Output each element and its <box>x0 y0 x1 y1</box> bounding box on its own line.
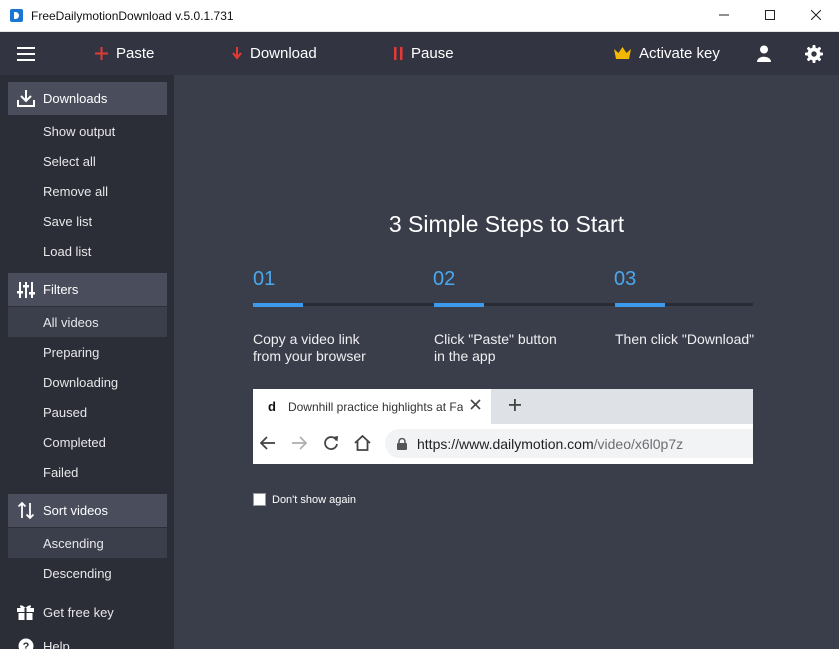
sidebar-header-label: Downloads <box>43 91 108 106</box>
browser-tab: d Downhill practice highlights at Fa <box>253 389 491 424</box>
toolbar: Paste Download Pause Activate key <box>0 32 839 75</box>
step-indicator <box>434 303 484 307</box>
sidebar-item-show-output[interactable]: Show output <box>8 116 167 146</box>
browser-nav-bar: https://www.dailymotion.com/video/x6l0p7… <box>253 424 753 464</box>
home-icon <box>354 435 371 451</box>
close-window-button[interactable] <box>793 0 839 30</box>
lock-icon <box>397 437 407 450</box>
menu-button[interactable] <box>17 32 35 75</box>
sidebar-item-get-free-key[interactable]: Get free key <box>8 597 167 627</box>
back-arrow-icon <box>260 436 275 450</box>
pause-label: Pause <box>411 45 454 62</box>
sidebar-header-sort[interactable]: Sort videos <box>8 494 167 527</box>
sidebar-item-downloading[interactable]: Downloading <box>8 367 167 397</box>
browser-illustration: d Downhill practice highlights at Fa htt… <box>253 389 753 464</box>
activate-key-button[interactable]: Activate key <box>614 32 720 75</box>
sidebar-header-label: Filters <box>43 282 79 297</box>
sidebar-item-completed[interactable]: Completed <box>8 427 167 457</box>
minimize-button[interactable] <box>701 0 747 30</box>
step-description: Click "Paste" button in the app <box>434 331 557 364</box>
app-logo-icon <box>10 9 23 22</box>
sidebar-header-label: Sort videos <box>43 503 109 518</box>
steps-progress-track <box>253 303 753 306</box>
sidebar-item-paused[interactable]: Paused <box>8 397 167 427</box>
maximize-icon <box>765 10 775 20</box>
settings-button[interactable] <box>805 32 823 75</box>
dont-show-label: Don't show again <box>272 493 357 506</box>
sidebar-item-failed[interactable]: Failed <box>8 457 167 487</box>
window-controls <box>701 0 839 32</box>
sidebar-item-save-list[interactable]: Save list <box>8 206 167 236</box>
sidebar-item-select-all[interactable]: Select all <box>8 146 167 176</box>
plus-icon <box>95 47 108 60</box>
svg-text:?: ? <box>22 641 29 649</box>
title-bar: FreeDailymotionDownload v.5.0.1.731 <box>0 0 839 32</box>
plus-icon <box>509 399 521 411</box>
get-free-key-label: Get free key <box>43 604 114 620</box>
step-indicator <box>615 303 665 307</box>
window-title: FreeDailymotionDownload v.5.0.1.731 <box>31 8 234 23</box>
download-label: Download <box>250 45 317 62</box>
sidebar-item-remove-all[interactable]: Remove all <box>8 176 167 206</box>
sidebar-item-ascending[interactable]: Ascending <box>8 528 167 558</box>
download-tray-icon <box>8 90 43 107</box>
reload-icon <box>324 436 338 450</box>
sidebar-header-filters[interactable]: Filters <box>8 273 167 306</box>
sidebar-item-help[interactable]: ? Help <box>8 631 167 649</box>
pause-button[interactable]: Pause <box>394 32 454 75</box>
sidebar-item-preparing[interactable]: Preparing <box>8 337 167 367</box>
maximize-button[interactable] <box>747 0 793 30</box>
step-number: 01 <box>253 268 276 290</box>
dailymotion-favicon-icon: d <box>268 399 276 414</box>
sidebar-item-load-list[interactable]: Load list <box>8 236 167 266</box>
sliders-icon <box>8 281 43 298</box>
account-button[interactable] <box>757 32 771 75</box>
dont-show-checkbox[interactable] <box>253 493 266 506</box>
hamburger-icon <box>17 46 35 61</box>
help-label: Help <box>43 638 70 649</box>
sidebar-header-downloads[interactable]: Downloads <box>8 82 167 115</box>
sidebar: Downloads Show output Select all Remove … <box>0 75 174 649</box>
dont-show-again-option[interactable]: Don't show again <box>253 493 356 506</box>
close-icon <box>811 10 821 20</box>
step-number: 03 <box>614 268 637 290</box>
step-description: Copy a video link from your browser <box>253 331 366 364</box>
sort-arrows-icon <box>8 502 43 519</box>
browser-tab-title: Downhill practice highlights at Fa <box>287 399 463 414</box>
paste-label: Paste <box>116 45 155 62</box>
step-indicator <box>253 303 303 307</box>
gear-icon <box>805 44 823 63</box>
forward-arrow-icon <box>292 436 307 450</box>
minimize-icon <box>719 14 729 16</box>
user-icon <box>757 45 771 62</box>
close-icon <box>470 399 481 410</box>
main-panel: 3 Simple Steps to Start 01 02 03 Copy a … <box>174 75 839 649</box>
browser-tab-strip: d Downhill practice highlights at Fa <box>253 389 753 424</box>
gift-icon <box>8 604 43 620</box>
arrow-down-icon <box>232 47 242 60</box>
sidebar-item-descending[interactable]: Descending <box>8 558 167 588</box>
steps-title: 3 Simple Steps to Start <box>388 211 625 237</box>
browser-url: https://www.dailymotion.com/video/x6l0p7… <box>417 435 684 452</box>
paste-button[interactable]: Paste <box>95 32 154 75</box>
download-button[interactable]: Download <box>232 32 317 75</box>
activate-key-label: Activate key <box>639 45 720 62</box>
help-icon: ? <box>8 638 43 649</box>
step-number: 02 <box>433 268 456 290</box>
pause-icon <box>394 47 403 60</box>
step-description: Then click "Download" <box>615 331 755 347</box>
browser-address-bar: https://www.dailymotion.com/video/x6l0p7… <box>385 429 753 458</box>
sidebar-item-all-videos[interactable]: All videos <box>8 307 167 337</box>
crown-icon <box>614 47 631 60</box>
